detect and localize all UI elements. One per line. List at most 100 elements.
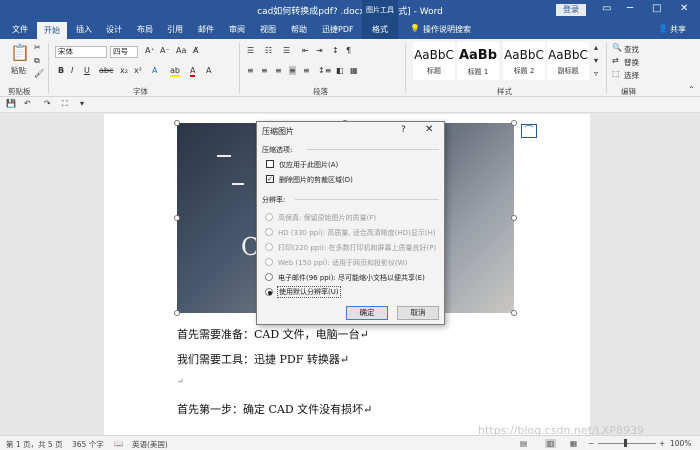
styles-more-icon[interactable]: ▿ [594,69,598,78]
style-subtitle[interactable]: AaBbC 副标题 [547,42,589,80]
borders-icon[interactable]: ▦ [350,66,358,75]
resize-handle[interactable] [511,215,517,221]
bold-icon[interactable]: B [58,66,64,75]
font-size-select[interactable]: 四号 [110,46,138,58]
tab-mailings[interactable]: 邮件 [198,24,214,35]
tab-view[interactable]: 视图 [260,24,276,35]
tab-insert[interactable]: 插入 [76,24,92,35]
styles-scroll-down-icon[interactable]: ▾ [594,56,598,65]
subscript-icon[interactable]: x₂ [120,66,128,75]
resolution-radio-default[interactable] [265,288,273,296]
resize-handle[interactable] [174,215,180,221]
styles-scroll-up-icon[interactable]: ▴ [594,43,598,52]
align-right-icon[interactable]: ≡ [275,66,282,75]
ok-button[interactable]: 确定 [346,306,388,320]
tab-design[interactable]: 设计 [106,24,122,35]
char-shading-icon[interactable]: A [206,66,211,75]
paste-icon[interactable]: 📋 [10,43,30,62]
resize-handle[interactable] [174,310,180,316]
replace-button[interactable]: 替换 [624,57,639,68]
save-icon[interactable]: 💾 [6,99,16,108]
zoom-slider[interactable] [598,443,656,444]
zoom-out-icon[interactable]: − [588,439,594,448]
align-left-icon[interactable]: ≡ [247,66,254,75]
find-icon[interactable]: 🔍 [612,43,622,52]
text-effects-icon[interactable]: A [152,66,157,75]
copy-icon[interactable]: ⧉ [34,56,40,66]
find-button[interactable]: 查找 [624,44,639,55]
close-icon[interactable]: ✕ [680,3,688,14]
delete-crop-checkbox[interactable]: ✓ [266,175,274,183]
tell-me-search[interactable]: 操作说明搜索 [423,24,471,35]
font-color-icon[interactable]: A [190,66,196,77]
customize-qat-icon[interactable]: ▾ [80,99,84,108]
resolution-radio-hd[interactable] [265,228,273,236]
tab-xunjie-pdf[interactable]: 迅捷PDF [322,24,354,35]
resolution-radio-hifi[interactable] [265,213,273,221]
font-name-select[interactable]: 宋体 [55,46,107,58]
sort-icon[interactable]: ↕ [332,46,339,55]
read-mode-icon[interactable]: ▤ [520,439,527,448]
paste-button[interactable]: 粘贴 [11,65,26,76]
apply-only-this-checkbox[interactable] [266,160,274,168]
help-icon[interactable]: ? [401,125,406,135]
resolution-radio-print[interactable] [265,243,273,251]
crop-icon[interactable]: ⛶ [62,99,68,109]
show-marks-icon[interactable]: ¶ [346,46,351,55]
format-painter-icon[interactable]: 🖌 [34,69,44,78]
tab-format[interactable]: 格式 [372,24,388,35]
underline-icon[interactable]: U [84,66,90,75]
align-center-icon[interactable]: ≡ [261,66,268,75]
tab-help[interactable]: 帮助 [291,24,307,35]
tab-home[interactable]: 开始 [37,22,67,39]
tab-references[interactable]: 引用 [167,24,183,35]
style-heading-1[interactable]: AaBb 标题 1 [457,42,499,80]
zoom-level[interactable]: 100% [670,439,691,448]
strikethrough-icon[interactable]: abc [99,66,113,75]
distributed-icon[interactable]: ≡ [303,66,310,75]
resolution-radio-email[interactable] [265,273,273,281]
zoom-slider-thumb[interactable] [624,439,627,447]
style-title[interactable]: AaBbC 标题 [413,42,455,80]
cancel-button[interactable]: 取消 [397,306,439,320]
replace-icon[interactable]: ⇄ [612,56,619,65]
maximize-icon[interactable]: □ [652,3,661,14]
resize-handle[interactable] [511,120,517,126]
login-button[interactable]: 登录 [556,4,586,16]
select-button[interactable]: 选择 [624,70,639,81]
change-case-icon[interactable]: Aa [176,46,186,55]
proofing-icon[interactable]: 📖 [114,439,123,448]
cut-icon[interactable]: ✂ [34,43,41,52]
resize-handle[interactable] [174,120,180,126]
tab-file[interactable]: 文件 [12,24,28,35]
web-layout-icon[interactable]: ▦ [570,439,577,448]
shading-icon[interactable]: ◧ [336,66,344,75]
print-layout-icon[interactable]: ▥ [545,439,557,448]
share-button[interactable]: 共享 [670,24,686,35]
select-icon[interactable]: ⬚ [612,69,620,78]
layout-options-icon[interactable]: ⌒ [521,124,537,138]
tab-layout[interactable]: 布局 [137,24,153,35]
clear-format-icon[interactable]: A̸ [193,46,198,55]
page-count[interactable]: 第 1 页，共 5 页 [6,439,63,450]
grow-font-icon[interactable]: A⁺ [145,46,155,55]
decrease-indent-icon[interactable]: ⇤ [302,46,309,55]
highlight-icon[interactable]: ab [170,66,180,77]
italic-icon[interactable]: I [71,66,73,75]
resolution-radio-web[interactable] [265,258,273,266]
minimize-icon[interactable]: ─ [627,3,633,14]
superscript-icon[interactable]: x² [134,66,142,75]
numbering-icon[interactable]: ☷ [265,46,272,55]
style-heading-2[interactable]: AaBbC 标题 2 [503,42,545,80]
dialog-close-icon[interactable]: ✕ [425,124,433,135]
tab-review[interactable]: 审阅 [229,24,245,35]
language[interactable]: 英语(美国) [132,439,168,450]
resize-handle[interactable] [511,310,517,316]
bullets-icon[interactable]: ☰ [247,46,254,55]
collapse-ribbon-icon[interactable]: ⌃ [688,85,695,94]
ribbon-display-icon[interactable]: ▭ [602,3,611,14]
multilevel-list-icon[interactable]: ☰ [283,46,290,55]
word-count[interactable]: 365 个字 [72,439,104,450]
zoom-in-icon[interactable]: + [659,439,665,448]
increase-indent-icon[interactable]: ⇥ [316,46,323,55]
